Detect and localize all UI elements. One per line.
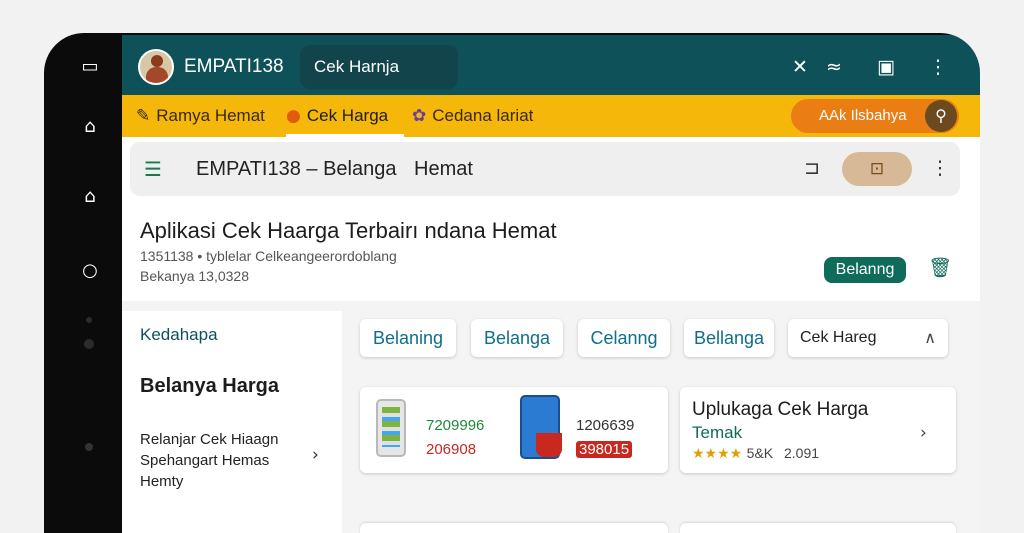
brand-title: EMPATI138	[184, 56, 284, 77]
chevron-right-icon[interactable]: ›	[312, 445, 319, 465]
cart-button[interactable]: ⊡	[842, 152, 912, 186]
promo-item-ramya[interactable]: ✎ Ramya Hemat	[136, 106, 265, 126]
pencil-icon: ✎	[136, 106, 151, 126]
product-card[interactable]: 7209996 206908 1206639 398015	[360, 387, 668, 473]
promo-item-cedana[interactable]: ✿ Cedana lariat	[412, 106, 533, 126]
rating-stars-icon: ★★★★ 5&K	[692, 445, 774, 462]
trash-icon[interactable]: 🗑	[928, 256, 952, 280]
grapes-icon: ✿	[412, 106, 427, 126]
wifi-icon[interactable]: ≈	[822, 55, 846, 79]
page-title: EMPATI138 – Belanga	[196, 158, 397, 180]
sidebar-heading: Belanya Harga	[140, 375, 279, 397]
belanja-chip[interactable]: Belanng	[824, 257, 906, 283]
sidebar-panel: Kedahapa Belanya Harga Relanjar Cek Hiaa…	[122, 311, 342, 533]
pin-icon[interactable]: ✕	[788, 55, 812, 79]
hamburger-icon[interactable]: ☰	[144, 157, 162, 181]
sort-dropdown[interactable]: Cek Hareg ∧	[788, 319, 948, 357]
page-subtitle: Hemat	[414, 158, 473, 180]
page-toolbar: ☰ EMPATI138 – Belanga Hemat ⊐ ⊡ ⋮	[130, 142, 960, 196]
price-red: 206908	[426, 441, 477, 458]
nav-rail: ▭ ⌂ ⌂ ○	[44, 33, 122, 533]
sidebar-item[interactable]: Relanjar Cek Hiaagn Spehangart Hemas Hem…	[140, 429, 300, 492]
chart-icon[interactable]: ⌂	[78, 115, 102, 139]
circle-icon[interactable]: ○	[78, 259, 102, 283]
info-card[interactable]: Uplukaga Cek Harga Temak ★★★★ 5&K 2.091 …	[680, 387, 956, 473]
camera-dot	[84, 339, 94, 349]
bookmark-icon[interactable]: ⊐	[800, 156, 824, 180]
sensor-dot	[85, 443, 93, 451]
product-card-next[interactable]	[360, 523, 668, 533]
info-card-next[interactable]	[680, 523, 956, 533]
phone-image	[376, 399, 406, 457]
app-screen: EMPATI138 Cek Harnja ✕ ≈ ▣ ⋮ ✎ Ramya Hema…	[122, 35, 980, 533]
price-tag-red: 398015	[576, 441, 633, 458]
filter-chip-belanga[interactable]: Belanga	[471, 319, 563, 357]
clipboard-icon[interactable]: ▣	[874, 55, 898, 79]
info-card-subtitle: Temak	[692, 423, 743, 442]
content-area: Kedahapa Belanya Harga Relanjar Cek Hiaa…	[122, 301, 980, 533]
filter-chip-belaning[interactable]: Belaning	[360, 319, 456, 357]
promo-item-cek-harga[interactable]: ● Cek Harga	[286, 106, 388, 126]
promo-search-button[interactable]: AAk Ilsbahya ⚲	[791, 99, 959, 133]
price-green: 7209996	[426, 417, 485, 434]
chevron-up-icon: ∧	[924, 328, 936, 347]
active-tab-indicator	[286, 134, 404, 137]
info-card-title: Uplukaga Cek Harga	[692, 399, 869, 420]
app-bar: EMPATI138 Cek Harnja ✕ ≈ ▣ ⋮	[122, 35, 980, 95]
search-input[interactable]: Cek Harnja	[300, 45, 458, 89]
monitor-icon[interactable]: ▭	[78, 55, 102, 79]
hero-meta-secondary: Bekanya 13,0328	[140, 268, 249, 284]
chevron-right-icon[interactable]: ›	[920, 423, 927, 443]
home-icon[interactable]: ⌂	[78, 185, 102, 209]
sidebar-label: Kedahapa	[140, 325, 218, 344]
hero-meta: 1351138 • tyblelar Celkeangeerordoblang	[140, 248, 397, 264]
tablet-image	[520, 395, 562, 459]
filter-chip-celanng[interactable]: Celanng	[578, 319, 670, 357]
price-dark: 1206639	[576, 417, 635, 434]
filter-chip-bellanga[interactable]: Bellanga	[684, 319, 774, 357]
indicator-dot	[86, 317, 92, 323]
search-icon: ⚲	[925, 100, 957, 132]
device-frame: ▭ ⌂ ⌂ ○ EMPATI138 Cek Harnja ✕ ≈ ▣ ⋮ ✎ Ra…	[44, 33, 980, 533]
cart-icon: ⊡	[869, 159, 885, 179]
more-vert-icon[interactable]: ⋮	[926, 55, 950, 79]
hero-title: Aplikasi Cek Haarga Terbairı ndana Hemat	[140, 218, 557, 243]
avatar[interactable]	[138, 49, 174, 85]
rating-count: 2.091	[784, 445, 820, 461]
tag-icon: ●	[286, 106, 301, 126]
more-vert-icon[interactable]: ⋮	[928, 156, 952, 180]
